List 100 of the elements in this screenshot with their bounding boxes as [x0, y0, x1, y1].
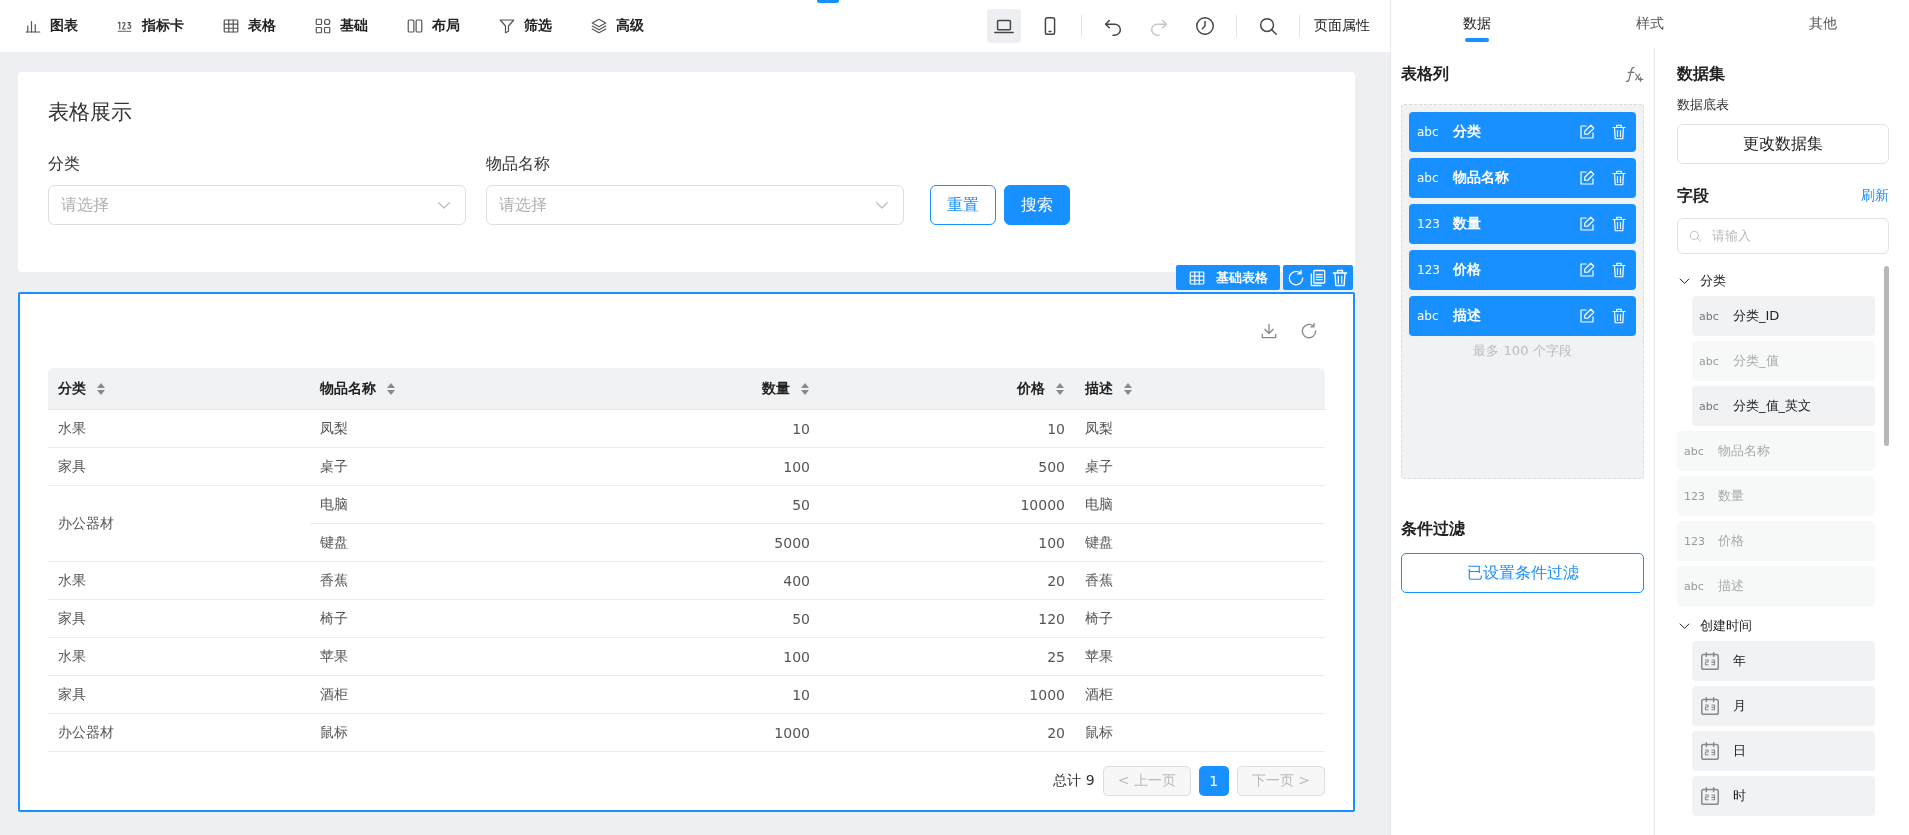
- table-cell: 香蕉: [310, 562, 610, 600]
- field-label: 物品名称: [486, 154, 551, 175]
- table-cell: 办公器材: [48, 714, 310, 752]
- column-name: 物品名称: [1453, 169, 1510, 187]
- table-cell: 家具: [48, 600, 310, 638]
- trash-icon[interactable]: [1610, 261, 1628, 279]
- field-item[interactable]: abc 分类_ID: [1692, 296, 1875, 336]
- field-item[interactable]: 月: [1692, 686, 1875, 726]
- type-label: abc: [1699, 399, 1720, 413]
- refresh-icon[interactable]: [1286, 267, 1306, 288]
- field-item[interactable]: 日: [1692, 731, 1875, 771]
- toolbar-item[interactable]: 图表: [24, 17, 78, 35]
- table-cell: 10: [610, 676, 820, 714]
- type-label: abc: [1699, 354, 1720, 368]
- sort-icon[interactable]: [1055, 381, 1065, 396]
- toolbar-item[interactable]: 筛选: [498, 17, 552, 35]
- table-cell: 家具: [48, 448, 310, 486]
- refresh-icon[interactable]: [1299, 321, 1319, 341]
- table-cell: 25: [820, 638, 1075, 676]
- column-name: 数量: [1453, 215, 1482, 233]
- column-header[interactable]: 数量: [610, 368, 820, 410]
- column-name: 描述: [1453, 307, 1482, 325]
- table-cell: 20: [820, 714, 1075, 752]
- calendar-icon: [1699, 695, 1721, 717]
- copy-icon[interactable]: [1308, 267, 1328, 288]
- page-settings-button[interactable]: 页面属性: [1314, 17, 1370, 35]
- table-cell: 电脑: [1075, 486, 1325, 524]
- column-header[interactable]: 描述: [1075, 368, 1325, 410]
- toolbar-item[interactable]: 高级: [590, 17, 644, 35]
- column-name: 价格: [1453, 261, 1482, 279]
- panel-tab[interactable]: 数据: [1391, 0, 1564, 48]
- sort-icon[interactable]: [96, 381, 106, 396]
- panel-tab[interactable]: 样式: [1563, 0, 1737, 48]
- calendar-icon: [1699, 740, 1721, 762]
- toolbar-item[interactable]: 基础: [314, 17, 368, 35]
- table-cell: 10: [610, 410, 820, 448]
- type-label: abc: [1699, 309, 1720, 323]
- type-label: abc: [1417, 309, 1439, 323]
- table-cell: 1000: [820, 676, 1075, 714]
- toolbar-item[interactable]: 指标卡: [116, 17, 184, 35]
- trash-icon[interactable]: [1610, 307, 1628, 325]
- table-cell: 120: [820, 600, 1075, 638]
- table-cell: 鼠标: [1075, 714, 1325, 752]
- table-cell: 桌子: [310, 448, 610, 486]
- table-cell: 500: [820, 448, 1075, 486]
- column-name: 分类: [1453, 123, 1482, 141]
- edit-icon[interactable]: [1578, 169, 1596, 187]
- table-cell: 10: [820, 410, 1075, 448]
- column-header[interactable]: 物品名称: [310, 368, 610, 410]
- laptop-view-button[interactable]: [987, 9, 1021, 43]
- search-icon: [1688, 229, 1702, 243]
- section-title: 条件过滤: [1401, 518, 1465, 540]
- download-icon[interactable]: [1259, 321, 1279, 341]
- search-icon: [1257, 15, 1279, 37]
- trash-icon[interactable]: [1330, 267, 1350, 288]
- column-header[interactable]: 分类: [48, 368, 310, 410]
- field-item[interactable]: 时: [1692, 776, 1875, 816]
- field-name: 物品名称: [1718, 442, 1770, 460]
- table-icon: [222, 17, 240, 35]
- table-cell: 20: [820, 562, 1075, 600]
- edit-icon[interactable]: [1578, 261, 1596, 279]
- edit-icon[interactable]: [1578, 215, 1596, 233]
- table-cell: 水果: [48, 638, 310, 676]
- tree-group[interactable]: 创建时间: [1677, 611, 1875, 641]
- drag-handle[interactable]: [817, 0, 839, 3]
- field-item[interactable]: 年: [1692, 641, 1875, 681]
- edit-icon[interactable]: [1578, 307, 1596, 325]
- table-cell: 酒柜: [310, 676, 610, 714]
- change-dataset-button[interactable]: 更改数据集: [1677, 124, 1889, 164]
- table-cell: 键盘: [1075, 524, 1325, 562]
- toolbar-item[interactable]: 表格: [222, 17, 276, 35]
- formula-icon[interactable]: [1624, 64, 1644, 84]
- table-cell: 苹果: [310, 638, 610, 676]
- table-icon: [1188, 268, 1206, 287]
- table-cell: 10000: [820, 486, 1075, 524]
- field-name: 数量: [1718, 487, 1744, 505]
- table-cell: 椅子: [310, 600, 610, 638]
- trash-icon[interactable]: [1610, 123, 1628, 141]
- table-cell: 键盘: [310, 524, 610, 562]
- field-name: 月: [1733, 697, 1746, 715]
- trash-icon[interactable]: [1610, 169, 1628, 187]
- column-header[interactable]: 价格: [820, 368, 1075, 410]
- calendar-icon: [1699, 785, 1721, 807]
- field-name: 分类_ID: [1733, 307, 1780, 325]
- panel-tab[interactable]: 其他: [1736, 0, 1909, 48]
- table-cell: 1000: [610, 714, 820, 752]
- tree-group[interactable]: 分类: [1677, 266, 1875, 296]
- table-cell: 50: [610, 486, 820, 524]
- filter-icon: [498, 17, 516, 35]
- clock-icon: [1194, 15, 1216, 37]
- type-label: abc: [1417, 171, 1439, 185]
- field-item[interactable]: abc 分类_值_英文: [1692, 386, 1875, 426]
- sort-icon[interactable]: [800, 381, 810, 396]
- edit-icon[interactable]: [1578, 123, 1596, 141]
- trash-icon[interactable]: [1610, 215, 1628, 233]
- scrollbar[interactable]: [1884, 266, 1889, 446]
- sort-icon[interactable]: [386, 381, 396, 396]
- table-cell: 电脑: [310, 486, 610, 524]
- toolbar-item[interactable]: 布局: [406, 17, 460, 35]
- sort-icon[interactable]: [1123, 381, 1133, 396]
